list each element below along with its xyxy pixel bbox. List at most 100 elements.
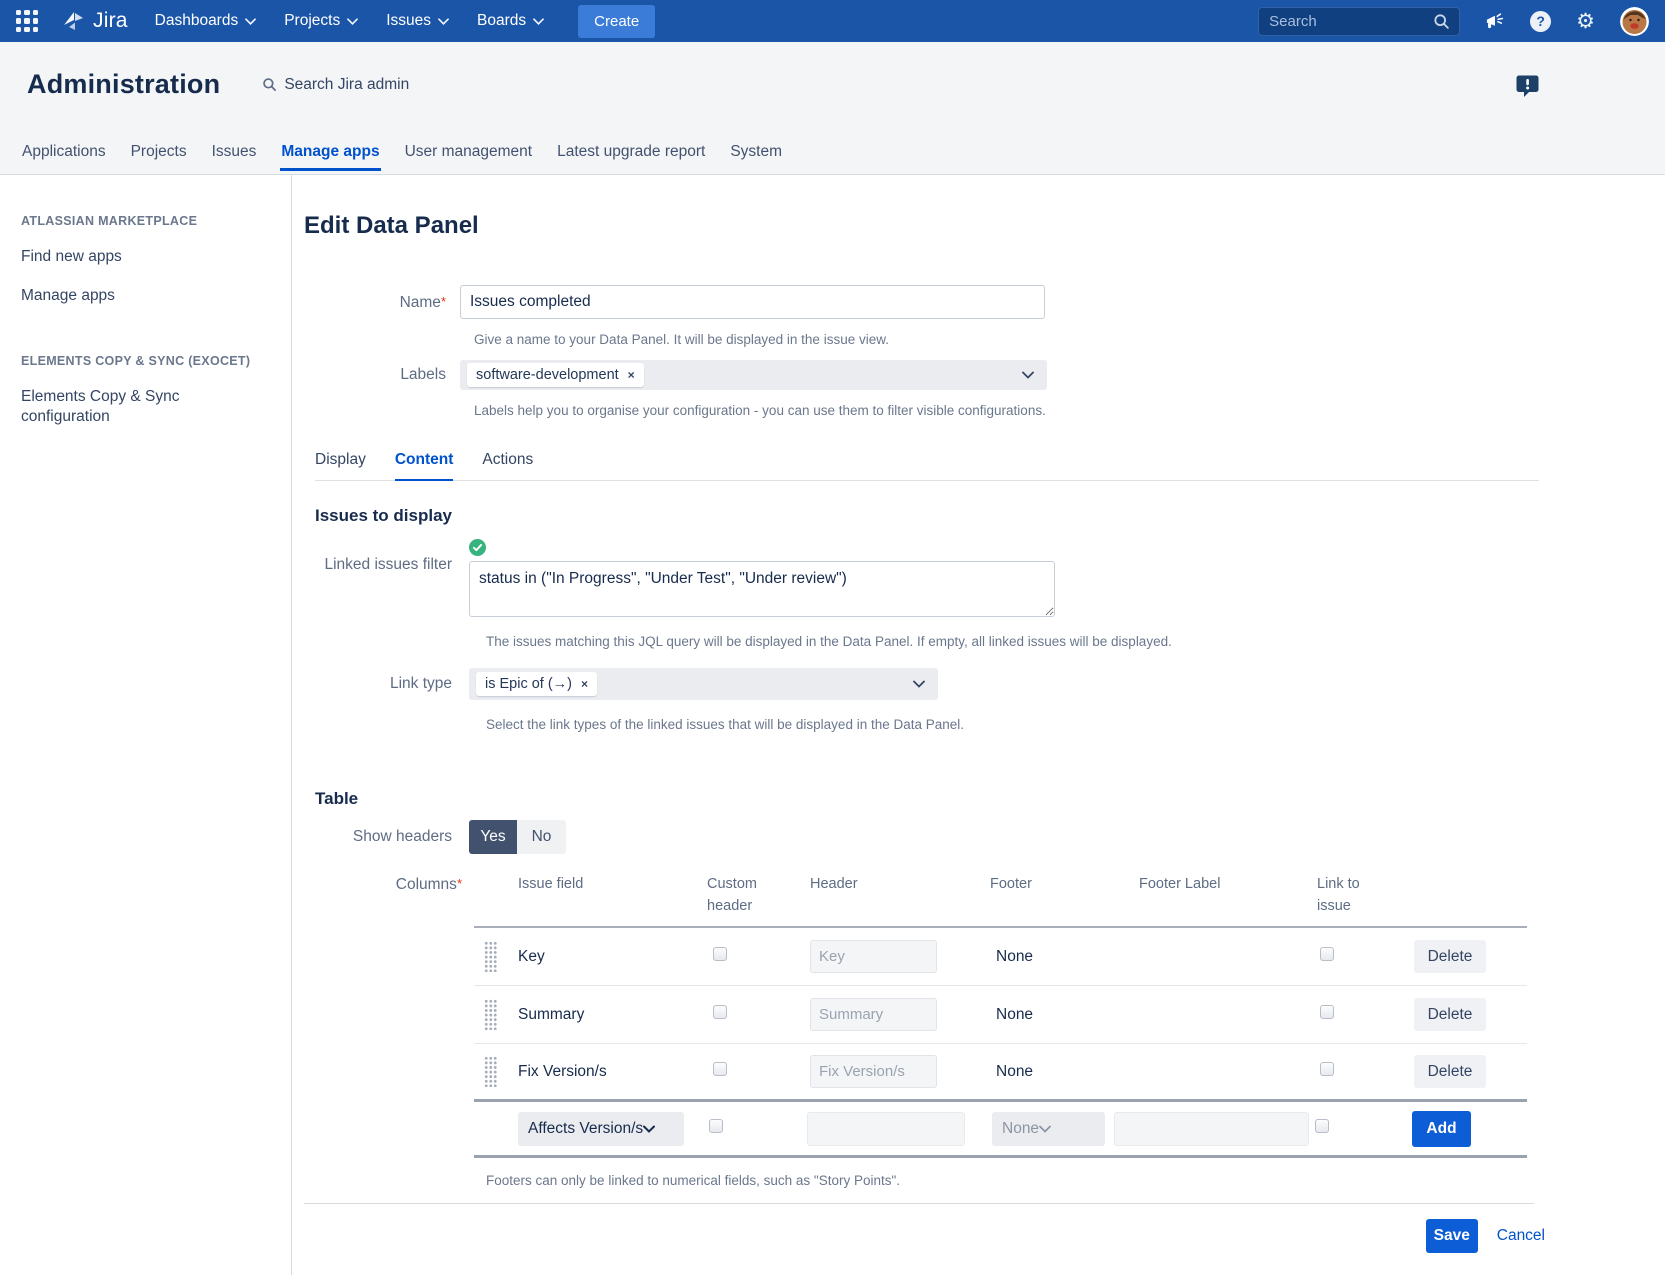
chevron-down-icon (643, 1120, 655, 1138)
top-navigation: Jira Dashboards Projects Issues Boards C… (0, 0, 1665, 42)
header-input[interactable] (810, 1055, 937, 1088)
name-help-text: Give a name to your Data Panel. It will … (474, 332, 1665, 347)
drag-handle[interactable] (484, 1056, 497, 1087)
search-icon (262, 77, 277, 92)
jira-logo-icon (60, 8, 86, 34)
header-input[interactable] (807, 1112, 965, 1146)
linked-issues-filter-label: Linked issues filter (303, 539, 469, 574)
page-title: Administration (27, 69, 220, 100)
show-headers-row: Show headers Yes No (303, 820, 1665, 854)
tab-actions[interactable]: Actions (482, 451, 533, 480)
columns-table: Issue field Custom header Header Footer … (474, 873, 1527, 1158)
custom-header-checkbox[interactable] (709, 1119, 723, 1133)
cancel-link[interactable]: Cancel (1497, 1227, 1545, 1245)
table-row: Fix Version/s None Delete (474, 1044, 1527, 1102)
remove-tag-icon[interactable]: × (581, 678, 588, 690)
labels-label: Labels (303, 360, 460, 384)
drag-handle[interactable] (484, 999, 497, 1030)
show-headers-toggle: Yes No (469, 820, 566, 854)
delete-button[interactable]: Delete (1414, 940, 1486, 973)
sidebar-item-find-new-apps[interactable]: Find new apps (21, 247, 267, 267)
add-column-row: Affects Version/s None (474, 1102, 1527, 1158)
feedback-icon[interactable] (1515, 74, 1540, 103)
jira-admin-page: Jira Dashboards Projects Issues Boards C… (0, 0, 1665, 1275)
footer-label-input[interactable] (1114, 1112, 1309, 1146)
table-heading: Table (315, 789, 1665, 809)
nav-item-boards[interactable]: Boards (477, 12, 544, 30)
delete-button[interactable]: Delete (1414, 1055, 1486, 1088)
col-header-issue-field: Issue field (518, 873, 694, 895)
tab-system[interactable]: System (729, 143, 783, 171)
columns-section: Columns* Issue field Custom header Heade… (303, 873, 1665, 1158)
name-input[interactable] (460, 285, 1045, 319)
help-icon[interactable]: ? (1530, 11, 1551, 32)
nav-item-issues[interactable]: Issues (386, 12, 449, 30)
nav-search-input[interactable] (1269, 13, 1433, 30)
tab-applications[interactable]: Applications (21, 143, 107, 171)
link-type-tag: is Epic of (→) × (476, 672, 597, 696)
chevron-down-icon (533, 12, 544, 30)
toggle-no-button[interactable]: No (517, 820, 566, 854)
form-actions: Save Cancel (303, 1219, 1545, 1253)
gear-icon[interactable]: ⚙ (1576, 11, 1595, 32)
chevron-down-icon (347, 12, 358, 30)
link-to-issue-checkbox[interactable] (1320, 1062, 1334, 1076)
custom-header-checkbox[interactable] (713, 1062, 727, 1076)
add-button[interactable]: Add (1412, 1111, 1471, 1147)
app-switcher-icon[interactable] (16, 10, 38, 32)
nav-search-box (1258, 7, 1460, 36)
custom-header-checkbox[interactable] (713, 947, 727, 961)
link-to-issue-checkbox[interactable] (1320, 1005, 1334, 1019)
link-to-issue-checkbox[interactable] (1315, 1119, 1329, 1133)
name-field-row: Name* (303, 285, 1665, 319)
sidebar-item-manage-apps[interactable]: Manage apps (21, 286, 267, 306)
footer-value: None (974, 948, 1124, 966)
col-header-footer-label: Footer Label (1124, 873, 1304, 895)
labels-help-text: Labels help you to organise your configu… (474, 403, 1665, 418)
save-button[interactable]: Save (1426, 1219, 1478, 1253)
footer-select[interactable]: None (992, 1112, 1105, 1146)
link-type-row: Link type is Epic of (→) × (303, 668, 1665, 700)
announcements-icon[interactable] (1484, 12, 1505, 31)
tab-projects[interactable]: Projects (130, 143, 188, 171)
sidebar-item-elements-configuration[interactable]: Elements Copy & Sync configuration (21, 387, 226, 427)
header-input[interactable] (810, 940, 937, 973)
nav-item-dashboards[interactable]: Dashboards (155, 12, 257, 30)
issue-field-name: Key (518, 948, 694, 966)
jql-filter-textarea[interactable]: status in ("In Progress", "Under Test", … (469, 561, 1055, 617)
drag-handle[interactable] (484, 941, 497, 972)
custom-header-checkbox[interactable] (713, 1005, 727, 1019)
delete-button[interactable]: Delete (1414, 998, 1486, 1031)
form-title: Edit Data Panel (304, 212, 1665, 240)
nav-item-projects[interactable]: Projects (284, 12, 358, 30)
link-type-select[interactable]: is Epic of (→) × (469, 668, 938, 700)
user-avatar[interactable] (1620, 7, 1649, 36)
labels-select[interactable]: software-development × (460, 360, 1047, 390)
jira-home-link[interactable]: Jira (60, 8, 128, 34)
link-to-issue-checkbox[interactable] (1320, 947, 1334, 961)
col-header-header: Header (794, 873, 974, 895)
issue-field-name: Summary (518, 1006, 694, 1024)
filter-field-column: status in ("In Progress", "Under Test", … (469, 539, 1055, 617)
tab-latest-upgrade-report[interactable]: Latest upgrade report (556, 143, 706, 171)
col-header-link-to-issue: Link to issue (1304, 873, 1384, 917)
valid-check-icon (469, 539, 486, 556)
required-marker: * (441, 294, 446, 309)
create-button[interactable]: Create (578, 5, 655, 38)
col-header-custom-header: Custom header (694, 873, 794, 917)
issue-field-select[interactable]: Affects Version/s (518, 1112, 684, 1146)
tab-display[interactable]: Display (315, 451, 366, 480)
chevron-down-icon (1022, 371, 1034, 379)
table-row: Key None Delete (474, 928, 1527, 986)
tab-user-management[interactable]: User management (404, 143, 534, 171)
admin-tab-bar: Applications Projects Issues Manage apps… (21, 143, 1665, 171)
tab-manage-apps[interactable]: Manage apps (280, 143, 380, 171)
search-icon[interactable] (1433, 13, 1450, 30)
tab-issues[interactable]: Issues (211, 143, 258, 171)
main-content: Edit Data Panel Name* Give a name to you… (292, 175, 1665, 1275)
toggle-yes-button[interactable]: Yes (469, 820, 517, 854)
remove-tag-icon[interactable]: × (628, 369, 635, 381)
tab-content[interactable]: Content (395, 451, 454, 481)
admin-search[interactable]: Search Jira admin (262, 76, 409, 94)
header-input[interactable] (810, 998, 937, 1031)
